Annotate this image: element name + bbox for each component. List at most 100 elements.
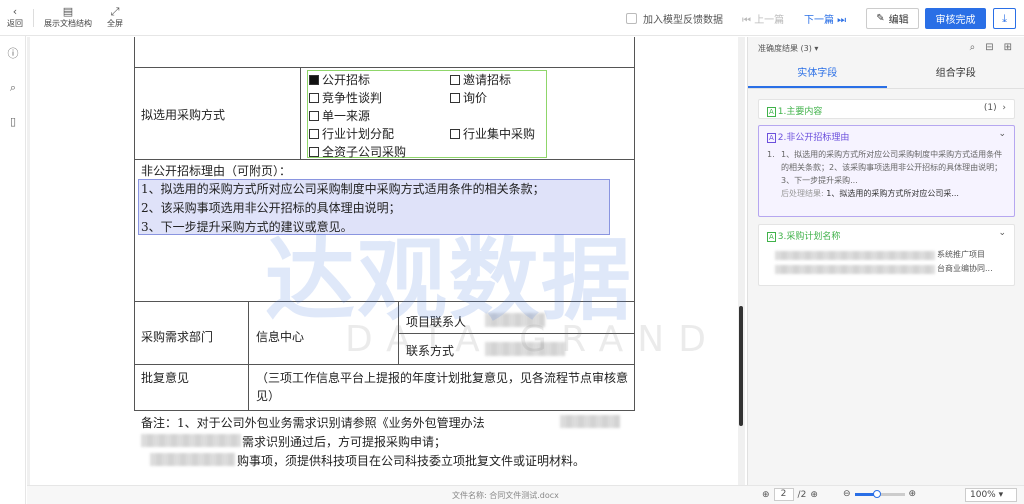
option-industry-central: 行业集中采购 bbox=[450, 125, 535, 142]
option-single-source: 单一来源 bbox=[309, 107, 370, 124]
download-icon: ⤓ bbox=[1002, 11, 1007, 25]
page-navigator: ⊕ 2 /2 ⊕ bbox=[762, 488, 818, 501]
fullscreen-button[interactable]: ⤢ 全屏 bbox=[107, 5, 123, 29]
field-card-content: 1. 1、拟选用的采购方式所对应公司采购制度中采购方式适用条件的相关条款；2、该… bbox=[767, 148, 1007, 200]
search-icon[interactable]: ⌕ bbox=[970, 42, 976, 53]
note-line-3: 购事项，须提供科技项目在公司科技委立项批复文件或证明材料。 bbox=[237, 454, 586, 468]
file-name: 文件名称: 合同文件测试.docx bbox=[452, 491, 559, 500]
file-icon[interactable]: ▯ bbox=[7, 116, 19, 128]
redacted-value bbox=[775, 265, 935, 274]
field-card-reason[interactable]: A 2.非公开招标理由 ⌄ 1. 1、拟选用的采购方式所对应公司采购制度中采购方式… bbox=[758, 125, 1015, 217]
prev-doc-button[interactable]: ⏮ 上一篇 bbox=[742, 11, 784, 26]
zoom-select[interactable]: 100% ▾ bbox=[965, 488, 1017, 502]
plan-name-line-2: 台商业编协同... bbox=[937, 264, 993, 273]
table-divider bbox=[300, 67, 301, 159]
feedback-checkbox[interactable] bbox=[626, 13, 637, 24]
redacted-note bbox=[150, 453, 235, 466]
chevron-down-icon[interactable]: ⌄ bbox=[998, 228, 1006, 238]
checkbox-icon bbox=[450, 75, 460, 85]
option-competitive-negotiation: 竞争性谈判 bbox=[309, 89, 382, 106]
checked-box-icon bbox=[309, 75, 319, 85]
checkbox-icon bbox=[450, 129, 460, 139]
info-icon[interactable]: ⓘ bbox=[7, 48, 19, 60]
reason-line-1: 1、拟选用的采购方式所对应公司采购制度中采购方式适用条件的相关条款； bbox=[141, 182, 545, 196]
accuracy-dropdown[interactable]: 准确度结果 (3) ▾ bbox=[758, 43, 818, 54]
page-down-icon[interactable]: ⊕ bbox=[810, 490, 818, 500]
note-line-1: 备注：1、对于公司外包业务需求识别请参照《业务外包管理办法 bbox=[141, 416, 485, 430]
zoom-knob[interactable] bbox=[872, 489, 881, 498]
document-viewport[interactable]: 拟选用采购方式 公开招标 邀请招标 竞争性谈判 询价 单一来源 行业计划分配 行… bbox=[27, 37, 745, 485]
panel-tools: ⌕ ⊟ ⊞ bbox=[970, 42, 1012, 53]
back-button[interactable]: ‹ 返回 bbox=[7, 5, 23, 29]
left-rail: ⓘ ⌕ ▯ bbox=[0, 36, 26, 504]
table-rule bbox=[134, 410, 635, 411]
tab-combo-fields[interactable]: 组合字段 bbox=[887, 61, 1024, 88]
page-up-icon[interactable]: ⊕ bbox=[762, 490, 770, 500]
table-border-left bbox=[134, 37, 135, 410]
field-card-title: A 3.采购计划名称 bbox=[767, 232, 841, 242]
field-card-title: A 2.非公开招标理由 bbox=[767, 133, 850, 143]
checkbox-icon bbox=[450, 93, 460, 103]
table-divider bbox=[248, 301, 249, 410]
plan-name-line-1: 系统推广项目 bbox=[937, 250, 985, 259]
chevron-right-icon[interactable]: › bbox=[1002, 103, 1006, 113]
field-card-plan-name[interactable]: A 3.采购计划名称 ⌄ 系统推广项目 台商业编协同... bbox=[758, 224, 1015, 286]
redacted-value bbox=[775, 251, 935, 260]
page-number-input[interactable]: 2 bbox=[773, 488, 794, 501]
checkbox-icon bbox=[309, 111, 319, 121]
option-subsidiary: 全资子公司采购 bbox=[309, 143, 406, 160]
approval-value: （三项工作信息平台上提报的年度计划批复意见，见各流程节点审核意见） bbox=[256, 371, 629, 403]
expand-all-icon[interactable]: ⊞ bbox=[1004, 42, 1012, 53]
search-icon[interactable]: ⌕ bbox=[7, 82, 19, 94]
post-processing-result: 后处理结果: 1、拟选用的采购方式所对应公司采... bbox=[781, 189, 959, 198]
bottom-bar: 文件名称: 合同文件测试.docx ⊕ 2 /2 ⊕ ⊖ ⊕ 100% ▾ bbox=[27, 485, 1024, 504]
approval-label: 批复意见 bbox=[141, 371, 190, 385]
checkbox-icon bbox=[309, 93, 319, 103]
document-page: 拟选用采购方式 公开招标 邀请招标 竞争性谈判 询价 单一来源 行业计划分配 行… bbox=[30, 37, 738, 485]
option-invited-tender: 邀请招标 bbox=[450, 71, 511, 88]
results-panel: 准确度结果 (3) ▾ ⌕ ⊟ ⊞ 实体字段 组合字段 A 1.主要内容 (1) … bbox=[747, 37, 1024, 485]
chevron-down-icon[interactable]: ⌄ bbox=[998, 129, 1006, 139]
field-card-title: A 1.主要内容 bbox=[767, 107, 823, 117]
download-button[interactable]: ⤓ bbox=[993, 8, 1016, 29]
watermark-cn: 达观数据 bbox=[265, 228, 633, 333]
show-structure-button[interactable]: ▤ 展示文档结构 bbox=[44, 5, 92, 29]
reason-title: 非公开招标理由（可附页）： bbox=[141, 164, 292, 178]
redacted-note bbox=[560, 415, 620, 428]
field-card-main-content[interactable]: A 1.主要内容 (1) › bbox=[758, 99, 1015, 119]
skip-back-icon: ⏮ bbox=[742, 15, 755, 26]
divider bbox=[33, 9, 34, 27]
zoom-slider[interactable] bbox=[854, 489, 905, 498]
edit-button[interactable]: ✎ 编辑 bbox=[866, 8, 919, 29]
option-inquiry: 询价 bbox=[450, 89, 487, 106]
chevron-left-icon: ‹ bbox=[12, 5, 18, 18]
tab-entity-fields[interactable]: 实体字段 bbox=[748, 61, 887, 88]
zoom-in-icon[interactable]: ⊕ bbox=[909, 489, 917, 499]
table-rule bbox=[134, 67, 635, 68]
method-label: 拟选用采购方式 bbox=[141, 108, 226, 122]
checkbox-icon bbox=[309, 129, 319, 139]
collapse-all-icon[interactable]: ⊟ bbox=[985, 42, 993, 53]
pencil-icon: ✎ bbox=[876, 13, 885, 24]
expand-icon: ⤢ bbox=[110, 5, 120, 18]
zoom-control: ⊖ ⊕ bbox=[843, 489, 916, 499]
top-toolbar: ‹ 返回 ▤ 展示文档结构 ⤢ 全屏 加入模型反馈数据 ⏮ 上一篇 下一篇 ⏭ … bbox=[0, 0, 1024, 36]
option-public-tender: 公开招标 bbox=[309, 71, 370, 88]
review-done-button[interactable]: 审核完成 bbox=[925, 8, 986, 29]
note-line-2: 需求识别通过后，方可提报采购申请； bbox=[242, 435, 447, 449]
field-card-count: (1) › bbox=[983, 103, 1006, 113]
checkbox-icon bbox=[309, 147, 319, 157]
panel-tabs: 实体字段 组合字段 bbox=[748, 61, 1024, 89]
next-doc-button[interactable]: 下一篇 ⏭ bbox=[804, 11, 846, 26]
document-structure-icon: ▤ bbox=[62, 5, 74, 18]
page-total: /2 bbox=[797, 489, 807, 500]
redacted-note bbox=[141, 434, 241, 447]
document-scrollbar[interactable] bbox=[739, 306, 743, 426]
zoom-out-icon[interactable]: ⊖ bbox=[843, 489, 851, 499]
option-industry-plan: 行业计划分配 bbox=[309, 125, 394, 142]
watermark-en: DATA GRAND bbox=[345, 319, 720, 360]
dept-label: 采购需求部门 bbox=[141, 330, 214, 344]
extracted-value: 1、拟选用的采购方式所对应公司采购制度中采购方式适用条件的相关条款；2、该采购事… bbox=[781, 150, 1003, 185]
model-feedback-toggle[interactable]: 加入模型反馈数据 bbox=[626, 11, 723, 26]
table-rule bbox=[134, 364, 635, 365]
